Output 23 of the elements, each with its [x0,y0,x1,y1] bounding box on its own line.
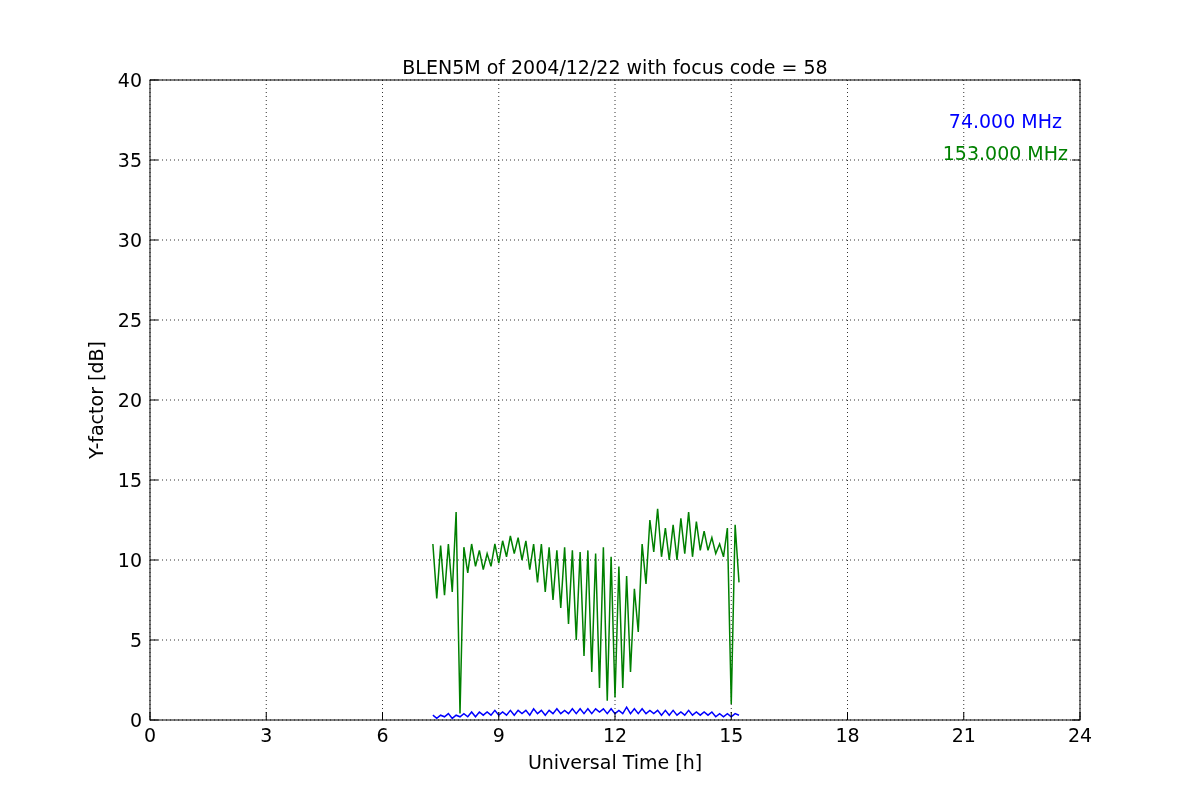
y-tick-label: 15 [117,469,142,491]
x-tick-label: 24 [1067,724,1093,746]
x-tick-label: 3 [260,724,273,746]
x-tick-label: 0 [143,724,157,746]
y-tick-label: 40 [117,69,142,91]
x-axis-label: Universal Time [h] [527,751,703,773]
y-tick-label: 10 [117,549,142,571]
legend-label: 153.000 MHz [942,142,1068,164]
y-tick-label: 35 [117,149,142,171]
x-tick-label: 21 [951,724,976,746]
y-tick-label: 5 [129,629,142,651]
y-tick-label: 20 [117,389,142,411]
x-tick-label: 9 [492,724,505,746]
chart-title: BLEN5M of 2004/12/22 with focus code = 58 [402,56,828,78]
x-tick-label: 6 [376,724,389,746]
legend-label: 74.000 MHz [948,110,1062,132]
x-tick-label: 15 [719,724,744,746]
y-axis-label: Y-factor [dB] [85,341,107,459]
y-tick-label: 30 [117,229,142,251]
x-tick-label: 12 [602,724,628,746]
y-tick-label: 0 [129,709,142,731]
y-tick-label: 25 [117,309,142,331]
x-tick-label: 18 [835,724,860,746]
